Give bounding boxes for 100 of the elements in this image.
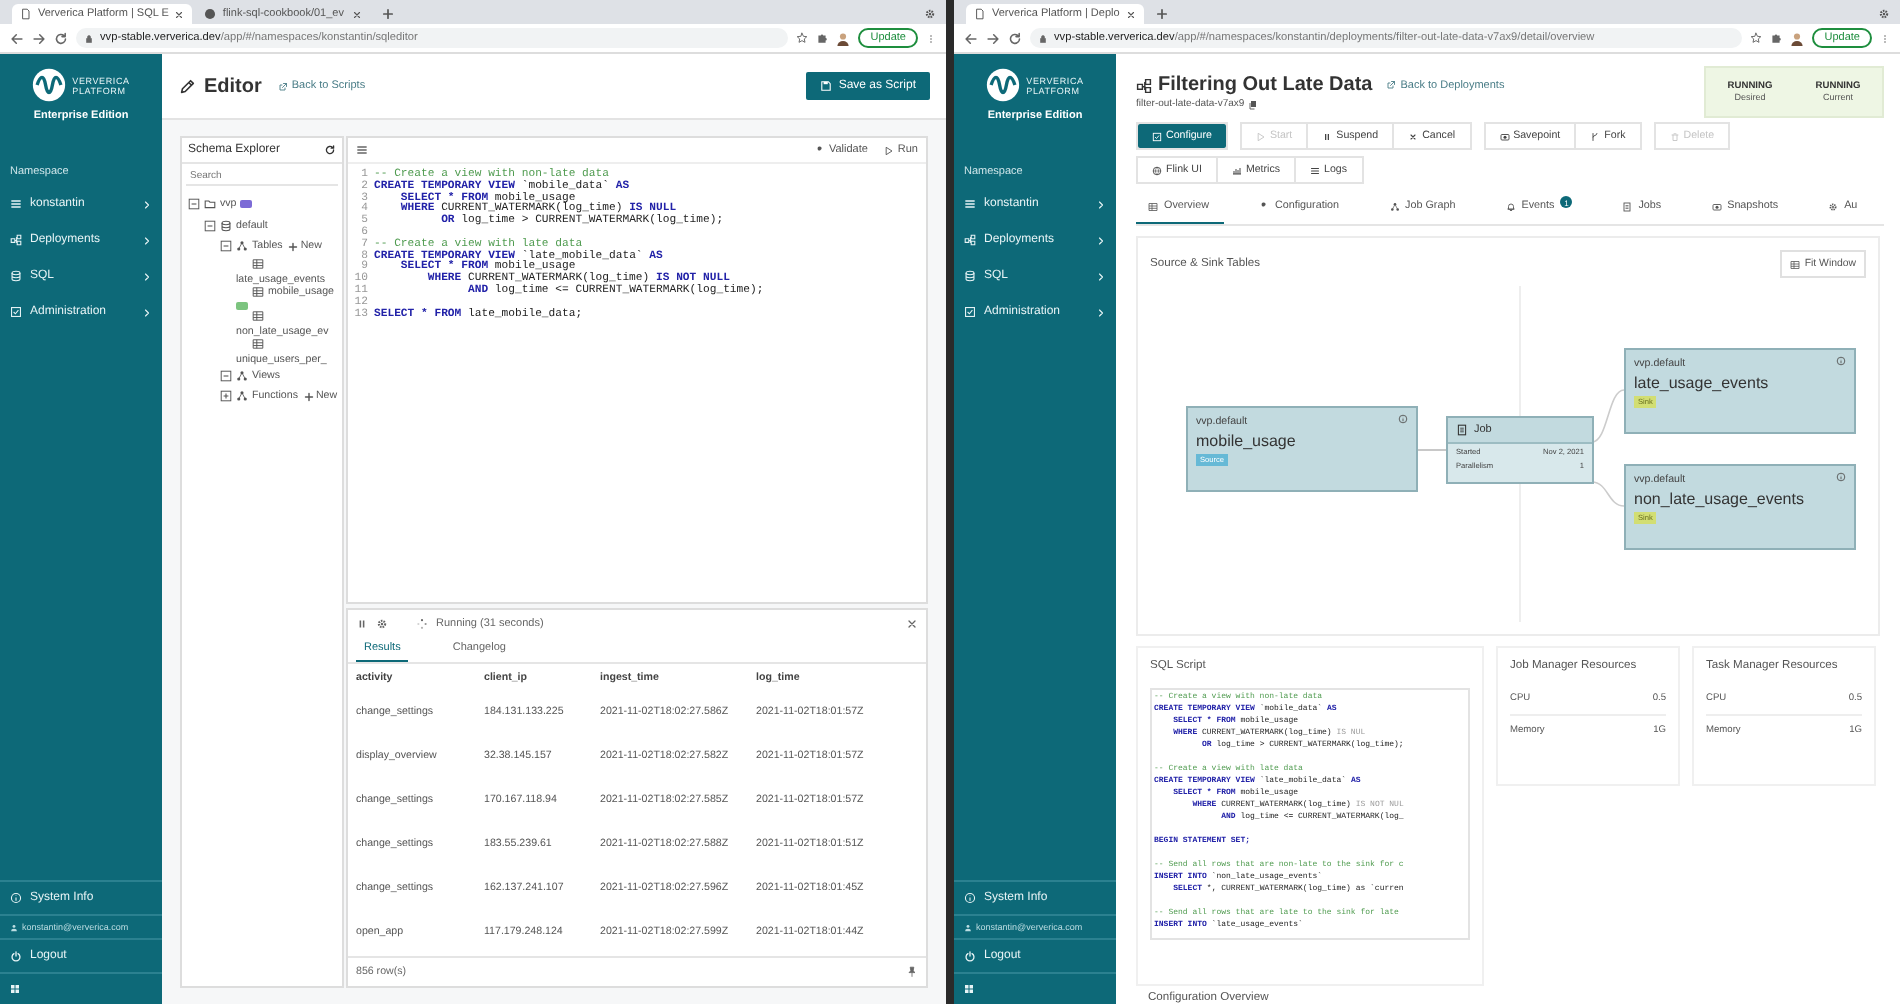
close-icon[interactable] bbox=[1125, 9, 1136, 19]
link-icon bbox=[1386, 80, 1397, 90]
tree-icon bbox=[1389, 201, 1400, 211]
chevron-icon bbox=[1096, 199, 1106, 209]
grid-icon bbox=[1148, 201, 1158, 211]
info-icon[interactable] bbox=[1836, 356, 1846, 366]
database-icon bbox=[220, 219, 232, 232]
pause-icon bbox=[1322, 131, 1333, 141]
chevron-icon bbox=[142, 235, 152, 245]
info-icon[interactable] bbox=[1398, 414, 1408, 424]
node-title: non_late_usage_events bbox=[1634, 490, 1806, 508]
power-icon bbox=[10, 950, 22, 962]
doc-icon bbox=[1456, 424, 1468, 436]
doc-icon bbox=[1622, 201, 1633, 211]
chevron-icon bbox=[1096, 271, 1106, 281]
chevron-icon bbox=[142, 199, 152, 209]
logo-icon bbox=[986, 68, 1021, 102]
gear-icon[interactable] bbox=[924, 8, 936, 20]
database-icon bbox=[10, 270, 22, 282]
star-icon[interactable] bbox=[1750, 32, 1763, 44]
info-icon[interactable] bbox=[1836, 472, 1846, 482]
database-icon bbox=[964, 270, 976, 282]
list-icon bbox=[10, 198, 22, 210]
forward-icon[interactable] bbox=[32, 31, 46, 45]
plus-icon bbox=[288, 241, 299, 252]
plus-icon[interactable] bbox=[382, 8, 395, 20]
user-icon bbox=[10, 923, 18, 931]
code-editor[interactable] bbox=[346, 136, 928, 604]
avatar-icon[interactable] bbox=[1790, 31, 1805, 45]
grid-icon[interactable] bbox=[10, 984, 20, 994]
save-icon bbox=[820, 80, 833, 92]
collapse-icon[interactable] bbox=[220, 240, 232, 253]
link-icon bbox=[277, 81, 288, 91]
lock-icon bbox=[1038, 33, 1048, 43]
chart-icon bbox=[1231, 165, 1242, 175]
close-icon[interactable] bbox=[174, 9, 185, 19]
pause-icon[interactable] bbox=[356, 618, 368, 630]
table-icon bbox=[252, 285, 264, 297]
close-icon[interactable] bbox=[906, 618, 918, 630]
play-icon bbox=[1255, 131, 1266, 141]
globe-icon bbox=[1152, 165, 1162, 175]
bell-icon bbox=[1505, 201, 1516, 211]
table-icon bbox=[252, 337, 264, 349]
connector-line bbox=[1591, 389, 1625, 443]
node-title: mobile_usage bbox=[1196, 432, 1298, 450]
page-title: Editor bbox=[204, 75, 262, 97]
page-title: Filtering Out Late Data bbox=[1158, 74, 1373, 96]
checkbox-icon bbox=[10, 306, 22, 318]
nodes-icon bbox=[1136, 77, 1152, 93]
folder-icon bbox=[204, 198, 216, 211]
back-icon[interactable] bbox=[10, 31, 24, 45]
copy-icon[interactable] bbox=[1248, 99, 1259, 109]
camera-icon bbox=[1499, 131, 1510, 141]
avatar-icon[interactable] bbox=[836, 31, 851, 45]
list-icon[interactable] bbox=[356, 144, 368, 156]
list-icon bbox=[964, 198, 976, 210]
connector-line bbox=[1415, 449, 1447, 451]
fork-icon bbox=[1590, 131, 1601, 141]
node-title: late_usage_events bbox=[1634, 374, 1771, 392]
gear-icon bbox=[1828, 201, 1839, 211]
page-icon bbox=[20, 8, 32, 20]
table-icon bbox=[1790, 259, 1801, 269]
back-icon[interactable] bbox=[964, 31, 978, 45]
table-icon bbox=[252, 257, 264, 269]
puzzle-icon[interactable] bbox=[1770, 32, 1783, 44]
nodes-icon bbox=[236, 390, 248, 403]
plus-icon[interactable] bbox=[1155, 8, 1168, 20]
refresh-icon[interactable] bbox=[324, 144, 336, 156]
gear-icon[interactable] bbox=[1878, 8, 1890, 20]
collapse-icon[interactable] bbox=[188, 198, 200, 211]
pin-icon[interactable] bbox=[906, 966, 918, 978]
reload-icon[interactable] bbox=[1008, 31, 1022, 45]
forward-icon[interactable] bbox=[986, 31, 1000, 45]
checkbox-icon bbox=[1152, 131, 1162, 141]
play-icon bbox=[883, 145, 894, 155]
collapse-icon[interactable] bbox=[204, 219, 216, 232]
lock-icon bbox=[84, 33, 94, 43]
logo-icon bbox=[32, 68, 67, 102]
collapse-icon[interactable] bbox=[220, 369, 232, 382]
reload-icon[interactable] bbox=[54, 31, 68, 45]
grid-icon[interactable] bbox=[964, 984, 974, 994]
plus-icon bbox=[303, 391, 314, 402]
circle-icon bbox=[204, 8, 217, 20]
info-icon bbox=[10, 892, 22, 904]
checkbox-icon bbox=[964, 306, 976, 318]
page-icon bbox=[974, 8, 986, 20]
chevron-icon bbox=[142, 307, 152, 317]
chevron-icon bbox=[142, 271, 152, 281]
pencil-icon bbox=[178, 77, 196, 95]
power-icon bbox=[964, 950, 976, 962]
chevron-icon bbox=[1096, 307, 1106, 317]
camera-icon bbox=[1711, 201, 1722, 211]
user-icon bbox=[964, 923, 972, 931]
close-icon[interactable] bbox=[352, 9, 363, 19]
trash-icon bbox=[1669, 131, 1680, 141]
star-icon[interactable] bbox=[796, 32, 809, 44]
puzzle-icon[interactable] bbox=[816, 32, 829, 44]
list-icon bbox=[1310, 165, 1321, 175]
expand-icon[interactable] bbox=[220, 390, 232, 403]
nodes-icon bbox=[236, 240, 248, 253]
